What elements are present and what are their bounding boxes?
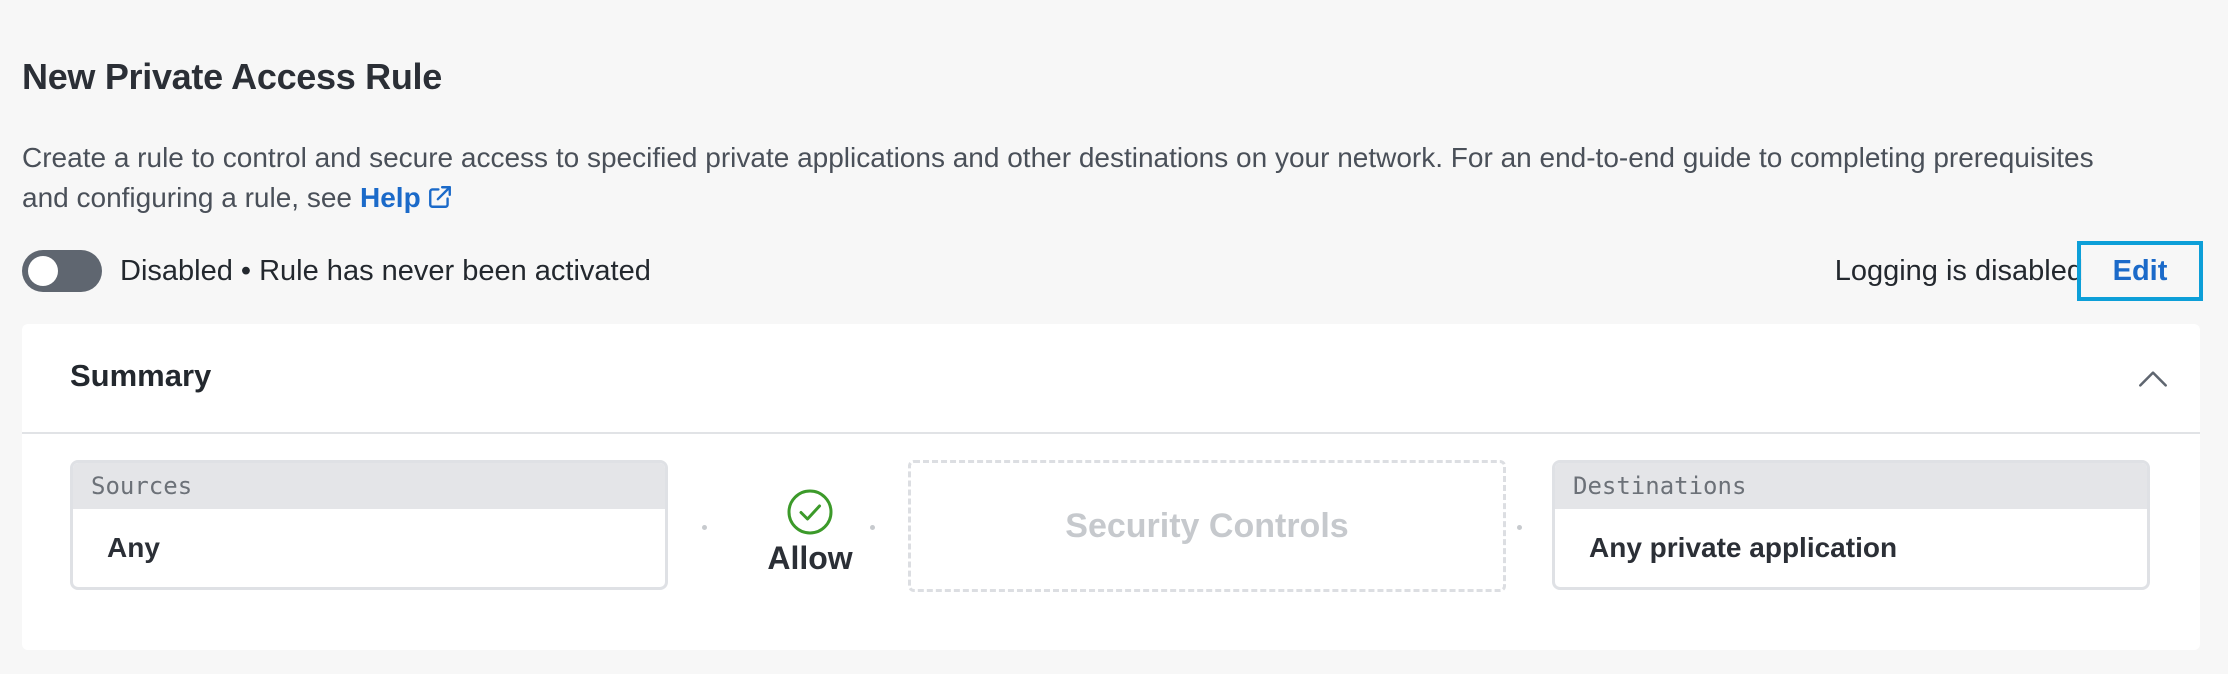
sources-box[interactable]: Sources Any <box>70 460 668 590</box>
help-link[interactable]: Help <box>360 182 453 213</box>
destinations-box[interactable]: Destinations Any private application <box>1552 460 2150 590</box>
action-label: Allow <box>767 540 853 576</box>
destinations-header: Destinations <box>1555 463 2147 509</box>
toggle-knob <box>28 256 58 286</box>
rule-enable-toggle[interactable] <box>22 250 102 292</box>
connector-dot <box>1517 525 1522 530</box>
page-description: Create a rule to control and secure acce… <box>22 138 2122 218</box>
summary-header[interactable]: Summary <box>22 324 2200 434</box>
connector-dot <box>702 525 707 530</box>
page: New Private Access Rule Create a rule to… <box>0 0 2228 674</box>
action-allow: Allow <box>722 488 898 577</box>
sources-header: Sources <box>73 463 665 509</box>
chevron-up-icon[interactable] <box>2134 360 2172 398</box>
description-text: Create a rule to control and secure acce… <box>22 142 2094 213</box>
logging-status-label: Logging is disabled <box>1834 254 2083 287</box>
connector-dot <box>870 525 875 530</box>
security-controls-label: Security Controls <box>1065 506 1349 545</box>
rule-status-row: Disabled • Rule has never been activated <box>22 250 651 292</box>
rule-flow: Sources Any Allow Security Controls Dest… <box>22 434 2200 650</box>
logging-edit-button[interactable]: Edit <box>2077 241 2203 301</box>
rule-status-text: Disabled • Rule has never been activated <box>120 254 651 287</box>
logging-row: Logging is disabled Edit <box>1834 241 2228 301</box>
security-controls-box[interactable]: Security Controls <box>908 460 1506 592</box>
sources-value: Any <box>107 532 160 563</box>
external-link-icon <box>428 186 451 208</box>
help-label: Help <box>360 182 421 213</box>
destinations-value: Any private application <box>1589 532 1898 563</box>
page-title: New Private Access Rule <box>22 56 442 97</box>
summary-title: Summary <box>70 358 212 393</box>
summary-card: Summary Sources Any Allow Security Contr… <box>22 324 2200 650</box>
check-circle-icon <box>787 489 833 535</box>
